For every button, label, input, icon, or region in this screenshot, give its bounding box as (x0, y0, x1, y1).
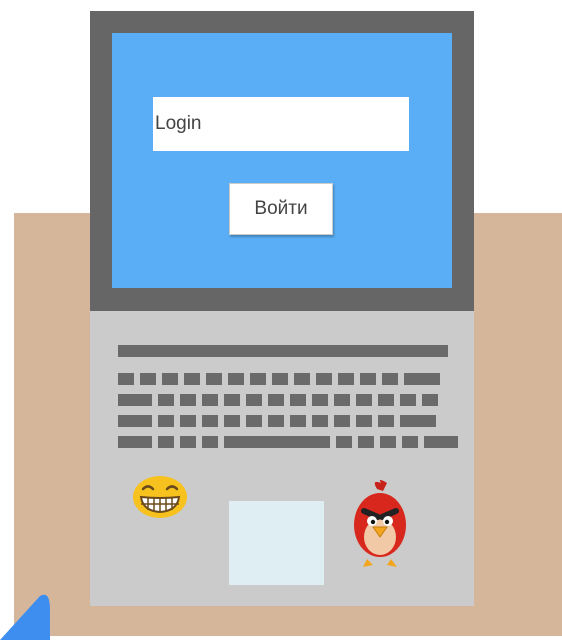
key (202, 436, 218, 448)
key (336, 436, 352, 448)
key (158, 415, 174, 427)
key (118, 436, 152, 448)
key (290, 394, 306, 406)
key (202, 394, 218, 406)
key (268, 394, 284, 406)
login-button[interactable]: Войти (229, 183, 333, 235)
key (378, 394, 394, 406)
key (246, 394, 262, 406)
key (158, 436, 174, 448)
key (118, 373, 134, 385)
key (180, 415, 196, 427)
laptop-base (90, 311, 474, 606)
key (382, 373, 398, 385)
key (118, 394, 152, 406)
key (312, 415, 328, 427)
key (224, 394, 240, 406)
keyboard-row (118, 394, 438, 406)
key (180, 394, 196, 406)
key (268, 415, 284, 427)
key (206, 373, 222, 385)
key (378, 415, 394, 427)
key (400, 415, 436, 427)
trackpad (229, 501, 324, 585)
keyboard-row (118, 373, 440, 385)
key (180, 436, 196, 448)
key (404, 373, 440, 385)
key (422, 394, 438, 406)
key (228, 373, 244, 385)
key (224, 436, 330, 448)
key (334, 415, 350, 427)
key (272, 373, 288, 385)
key (312, 394, 328, 406)
login-input[interactable] (153, 97, 409, 151)
grinning-emoji-icon (133, 476, 187, 518)
key (140, 373, 156, 385)
key (202, 415, 218, 427)
key (400, 394, 416, 406)
blue-corner-decoration (0, 594, 50, 640)
key (184, 373, 200, 385)
key (118, 415, 152, 427)
key (334, 394, 350, 406)
key (294, 373, 310, 385)
laptop-screen-bezel: Войти (90, 11, 474, 311)
key (356, 394, 372, 406)
key (358, 436, 374, 448)
key (380, 436, 396, 448)
laptop-screen: Войти (112, 33, 452, 288)
key (402, 436, 418, 448)
angry-bird-icon (354, 480, 406, 567)
key (338, 373, 354, 385)
key (316, 373, 332, 385)
key (290, 415, 306, 427)
key (250, 373, 266, 385)
key (246, 415, 262, 427)
key (224, 415, 240, 427)
key (162, 373, 178, 385)
key (360, 373, 376, 385)
keyboard-row (118, 436, 458, 448)
key (158, 394, 174, 406)
keyboard (116, 341, 458, 463)
keyboard-top-bar (118, 345, 448, 357)
key (424, 436, 458, 448)
key (356, 415, 372, 427)
keyboard-row (118, 415, 436, 427)
